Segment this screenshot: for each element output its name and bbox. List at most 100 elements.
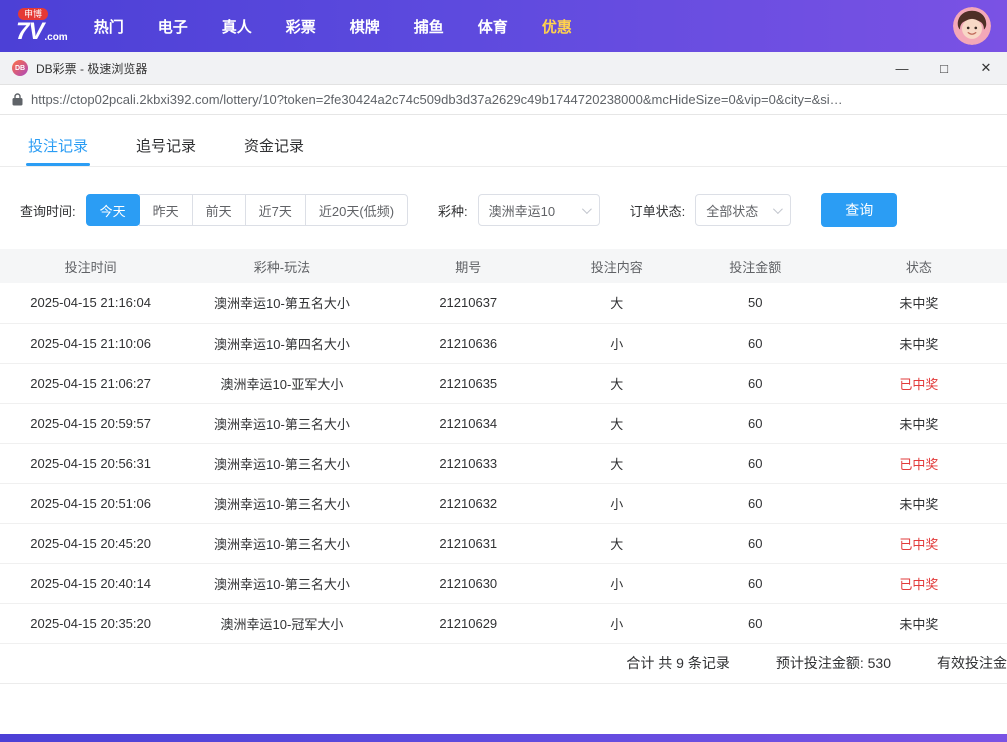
browser-app-icon: DB — [12, 60, 28, 76]
bet-content: 小 — [554, 323, 680, 363]
bet-game: 澳洲幸运10-第三名大小 — [181, 443, 382, 483]
menu-item-lottery[interactable]: 彩票 — [286, 16, 316, 37]
bet-content: 大 — [554, 443, 680, 483]
menu-item-hot[interactable]: 热门 — [94, 16, 124, 37]
bet-game: 澳洲幸运10-第三名大小 — [181, 523, 382, 563]
chevron-down-icon — [582, 204, 592, 214]
maximize-button[interactable]: □ — [923, 52, 965, 84]
logo-text: 7V .com — [16, 20, 68, 44]
bet-status: 未中奖 — [831, 283, 1007, 323]
menu-item-live[interactable]: 真人 — [222, 16, 252, 37]
menu-item-sports[interactable]: 体育 — [478, 16, 508, 37]
chevron-down-icon — [773, 204, 783, 214]
bet-time: 2025-04-15 20:56:31 — [0, 443, 181, 483]
bet-content: 小 — [554, 483, 680, 523]
bet-content: 大 — [554, 523, 680, 563]
date-btn-7days[interactable]: 近7天 — [245, 194, 306, 226]
table-row: 2025-04-15 20:51:06澳洲幸运10-第三名大小21210632小… — [0, 483, 1007, 523]
tab-fund-records[interactable]: 资金记录 — [244, 125, 304, 166]
bet-game: 澳洲幸运10-第四名大小 — [181, 323, 382, 363]
table-row: 2025-04-15 20:40:14澳洲幸运10-第三名大小21210630小… — [0, 563, 1007, 603]
bet-status: 未中奖 — [831, 603, 1007, 643]
table-row: 2025-04-15 21:10:06澳洲幸运10-第四名大小21210636小… — [0, 323, 1007, 363]
date-btn-daybefore[interactable]: 前天 — [192, 194, 246, 226]
page-root: 申博 7V .com 热门 电子 真人 彩票 棋牌 捕鱼 体育 优惠 — [0, 0, 1007, 742]
bet-time: 2025-04-15 21:10:06 — [0, 323, 181, 363]
menu-item-slots[interactable]: 电子 — [158, 16, 188, 37]
site-nav-bar: 申博 7V .com 热门 电子 真人 彩票 棋牌 捕鱼 体育 优惠 — [0, 0, 1007, 52]
bet-game: 澳洲幸运10-第五名大小 — [181, 283, 382, 323]
bet-time: 2025-04-15 20:35:20 — [0, 603, 181, 643]
menu-item-promo[interactable]: 优惠 — [542, 16, 572, 37]
status-filter-label: 订单状态: — [630, 201, 686, 220]
lottery-select[interactable]: 澳洲幸运10 — [478, 194, 600, 226]
bet-issue: 21210636 — [383, 323, 554, 363]
bet-amount: 60 — [680, 603, 831, 643]
bet-amount: 60 — [680, 483, 831, 523]
tab-bet-records[interactable]: 投注记录 — [28, 125, 88, 166]
page-bottom-strip — [0, 734, 1007, 742]
record-tabs: 投注记录 追号记录 资金记录 — [0, 125, 1007, 167]
status-select[interactable]: 全部状态 — [695, 194, 791, 226]
bet-game: 澳洲幸运10-亚军大小 — [181, 363, 382, 403]
date-btn-today[interactable]: 今天 — [86, 194, 140, 226]
bet-amount: 60 — [680, 563, 831, 603]
bet-content: 大 — [554, 363, 680, 403]
url-text[interactable]: https://ctop02pcali.2kbxi392.com/lottery… — [31, 92, 843, 107]
menu-item-fishing[interactable]: 捕鱼 — [414, 16, 444, 37]
table-row: 2025-04-15 20:56:31澳洲幸运10-第三名大小21210633大… — [0, 443, 1007, 483]
site-logo[interactable]: 申博 7V .com — [16, 8, 68, 44]
header-game: 彩种-玩法 — [181, 249, 382, 283]
bet-issue: 21210632 — [383, 483, 554, 523]
lottery-select-value: 澳洲幸运10 — [489, 201, 555, 220]
tab-chase-records[interactable]: 追号记录 — [136, 125, 196, 166]
bet-status: 已中奖 — [831, 443, 1007, 483]
date-btn-yesterday[interactable]: 昨天 — [139, 194, 193, 226]
time-filter-label: 查询时间: — [20, 201, 76, 220]
bet-issue: 21210634 — [383, 403, 554, 443]
status-select-value: 全部状态 — [706, 201, 758, 220]
date-btn-20days[interactable]: 近20天(低频) — [305, 194, 408, 226]
minimize-button[interactable]: — — [881, 52, 923, 84]
bet-game: 澳洲幸运10-第三名大小 — [181, 403, 382, 443]
table-row: 2025-04-15 21:06:27澳洲幸运10-亚军大小21210635大6… — [0, 363, 1007, 403]
header-amount: 投注金额 — [680, 249, 831, 283]
bet-game: 澳洲幸运10-第三名大小 — [181, 563, 382, 603]
table-row: 2025-04-15 20:45:20澳洲幸运10-第三名大小21210631大… — [0, 523, 1007, 563]
bet-amount: 60 — [680, 523, 831, 563]
date-range-group: 今天 昨天 前天 近7天 近20天(低频) — [86, 194, 408, 226]
avatar-face-icon — [953, 7, 991, 45]
bet-records-table: 投注时间 彩种-玩法 期号 投注内容 投注金额 状态 2025-04-15 21… — [0, 249, 1007, 644]
bet-amount: 60 — [680, 323, 831, 363]
bet-time: 2025-04-15 21:06:27 — [0, 363, 181, 403]
lottery-filter-label: 彩种: — [438, 201, 468, 220]
summary-total-count: 合计 共 9 条记录 — [626, 653, 729, 673]
bet-issue: 21210637 — [383, 283, 554, 323]
browser-titlebar: DB DB彩票 - 极速浏览器 — □ ✕ — [0, 52, 1007, 85]
bet-issue: 21210633 — [383, 443, 554, 483]
close-button[interactable]: ✕ — [965, 52, 1007, 84]
header-status: 状态 — [831, 249, 1007, 283]
query-button[interactable]: 查询 — [821, 193, 897, 227]
bet-game: 澳洲幸运10-第三名大小 — [181, 483, 382, 523]
window-title: DB彩票 - 极速浏览器 — [36, 60, 147, 77]
menu-item-cards[interactable]: 棋牌 — [350, 16, 380, 37]
bet-amount: 60 — [680, 403, 831, 443]
bet-table-body: 2025-04-15 21:16:04澳洲幸运10-第五名大小21210637大… — [0, 283, 1007, 643]
browser-urlbar[interactable]: https://ctop02pcali.2kbxi392.com/lottery… — [0, 85, 1007, 115]
user-avatar[interactable] — [953, 7, 991, 45]
header-content: 投注内容 — [554, 249, 680, 283]
header-bet-time: 投注时间 — [0, 249, 181, 283]
bet-time: 2025-04-15 20:45:20 — [0, 523, 181, 563]
bet-time: 2025-04-15 20:40:14 — [0, 563, 181, 603]
bet-time: 2025-04-15 21:16:04 — [0, 283, 181, 323]
bet-status: 未中奖 — [831, 323, 1007, 363]
filter-bar: 查询时间: 今天 昨天 前天 近7天 近20天(低频) 彩种: 澳洲幸运10 订… — [0, 167, 1007, 249]
bet-status: 未中奖 — [831, 403, 1007, 443]
bet-issue: 21210635 — [383, 363, 554, 403]
summary-valid-amount: 有效投注金额 — [937, 653, 1007, 673]
bet-content: 小 — [554, 603, 680, 643]
bet-content: 大 — [554, 283, 680, 323]
bet-status: 已中奖 — [831, 363, 1007, 403]
table-row: 2025-04-15 21:16:04澳洲幸运10-第五名大小21210637大… — [0, 283, 1007, 323]
